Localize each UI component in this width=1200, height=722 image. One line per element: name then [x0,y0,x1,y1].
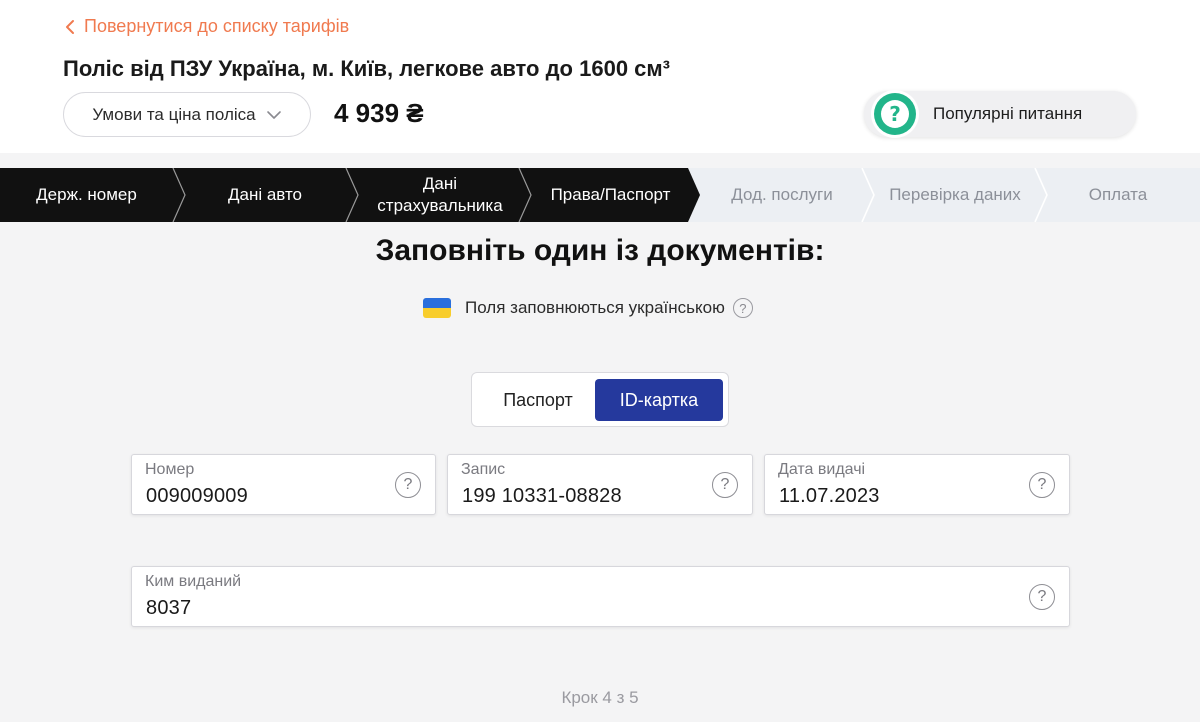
ukraine-flag-icon [423,298,451,318]
policy-conditions-dropdown[interactable]: Умови та ціна поліса [63,92,311,137]
question-circle-icon[interactable]: ? [395,472,421,498]
chevron-down-icon [266,110,281,119]
policy-conditions-label: Умови та ціна поліса [92,104,256,124]
record-field-label: Запис [461,461,506,478]
policy-title: Поліс від ПЗУ Україна, м. Київ, легкове … [63,56,670,81]
document-type-toggle: Паспорт ID-картка [471,372,729,427]
question-badge-icon: ? [871,90,919,138]
step-car-data[interactable]: Дані авто [180,168,350,222]
doc-type-passport[interactable]: Паспорт [480,379,596,421]
question-circle-icon[interactable]: ? [1029,472,1055,498]
back-link-label: Повернутися до списку тарифів [84,16,350,36]
language-note: Поля заповнюються українською ? [423,298,753,318]
issue-date-field-label: Дата видачі [778,461,866,478]
question-circle-icon[interactable]: ? [712,472,738,498]
number-field[interactable]: Номер ? [131,454,436,515]
issue-date-field[interactable]: Дата видачі ? [764,454,1070,515]
policy-price: 4 939 ₴ [334,98,424,128]
question-circle-icon[interactable]: ? [732,298,753,318]
issued-by-input[interactable] [146,597,946,620]
step-payment: Оплата [1088,185,1148,204]
form-title: Заповніть один із документів: [375,234,825,267]
chevron-left-icon [66,19,74,34]
doc-type-id-card[interactable]: ID-картка [595,379,723,421]
step-extra-services: Дод. послуги [731,185,833,204]
language-note-text: Поля заповнюються українською [465,298,725,317]
header: Повернутися до списку тарифів Поліс від … [0,0,1200,153]
step-data-check: Перевірка даних [889,185,1021,204]
step-insurant-data[interactable]: Дані страхувальника [356,168,524,222]
popular-questions-label: Популярні питання [933,104,1083,123]
step-plate-number[interactable]: Держ. номер [0,168,173,222]
step-license-passport[interactable]: Права/Паспорт [528,168,693,222]
record-input[interactable] [462,485,702,508]
number-input[interactable] [146,485,386,508]
number-field-label: Номер [145,461,195,478]
back-to-tariffs-link[interactable]: Повернутися до списку тарифів [64,16,349,37]
popular-questions-button[interactable]: ? Популярні питання [864,90,1136,138]
issued-by-field[interactable]: Ким виданий ? [131,566,1070,627]
progress-steps: Держ. номер Дані авто Дані страхувальник… [0,168,1200,222]
question-circle-icon[interactable]: ? [1029,584,1055,610]
step-counter: Крок 4 з 5 [561,688,639,707]
svg-text:?: ? [889,102,901,126]
issued-by-field-label: Ким виданий [145,573,242,590]
issue-date-input[interactable] [779,485,1019,508]
record-field[interactable]: Запис ? [447,454,753,515]
